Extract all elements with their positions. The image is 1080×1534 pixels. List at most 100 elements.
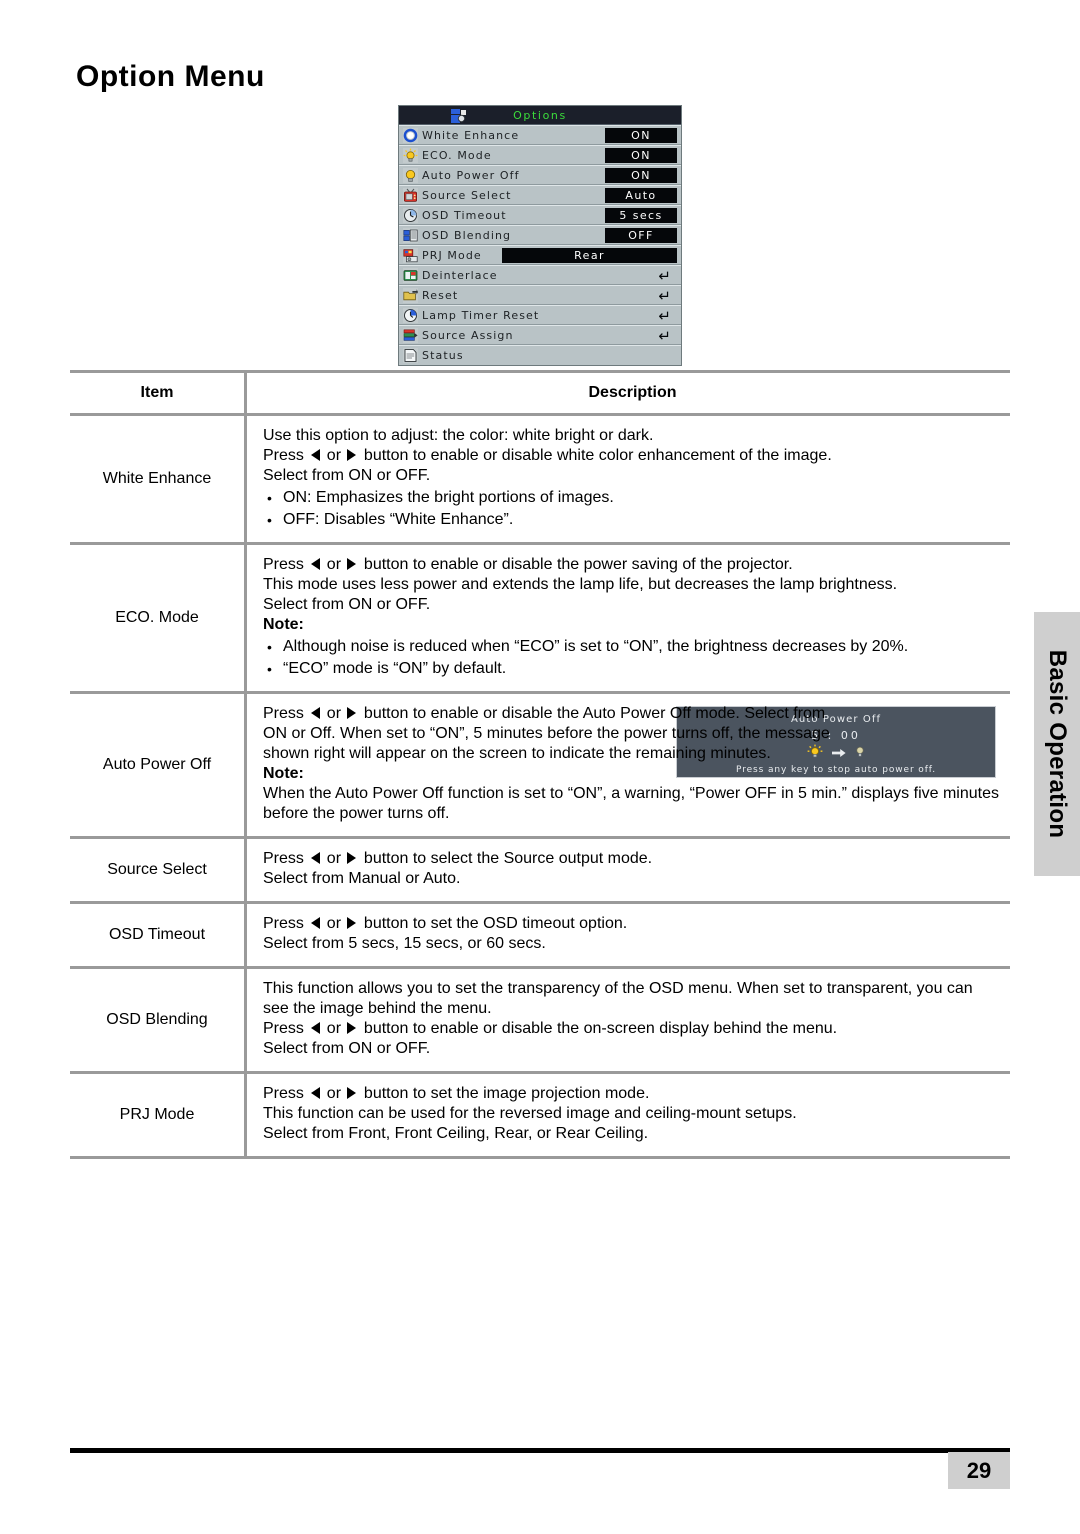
enter-arrow-icon[interactable]: ↵: [658, 287, 671, 305]
osd-row-auto-power-off[interactable]: Auto Power Off ON: [399, 165, 681, 185]
tv-source-icon: [403, 187, 418, 203]
desc-line: Press or button to enable or disable the…: [263, 555, 1002, 575]
desc-line: This function allows you to set the tran…: [263, 980, 973, 1017]
page-number: 29: [948, 1452, 1010, 1489]
table-header-description-cell: Description: [244, 373, 1010, 413]
osd-row-lamp-timer-reset[interactable]: Lamp Timer Reset ↵: [399, 305, 681, 325]
left-arrow-icon: [311, 1022, 321, 1034]
table-cell-item: OSD Blending: [70, 969, 244, 1071]
source-assign-icon: [403, 327, 418, 343]
osd-blending-icon: [403, 227, 418, 243]
desc-line: Press or button to set the image project…: [263, 1084, 1002, 1104]
desc-text: button to set the image projection mode.: [359, 1085, 650, 1102]
osd-title-text: Options: [513, 108, 567, 122]
bullet-item: • ON: Emphasizes the bright portions of i…: [263, 488, 1002, 508]
osd-row-deinterlace[interactable]: Deinterlace ↵: [399, 265, 681, 285]
desc-text: button to enable or disable the on-scree…: [359, 1020, 838, 1037]
desc-text: or: [322, 850, 346, 867]
table-row: PRJ Mode Press or button to set the imag…: [70, 1074, 1010, 1156]
desc-line: Press or button to select the Source out…: [263, 849, 1002, 869]
osd-row-osd-blending[interactable]: OSD Blending OFF: [399, 225, 681, 245]
table-cell-item: ECO. Mode: [70, 545, 244, 691]
osd-label: Lamp Timer Reset: [422, 308, 540, 322]
osd-value-prj-mode[interactable]: Rear: [502, 248, 677, 263]
bulb-icon: [403, 167, 418, 183]
right-arrow-icon: [347, 1022, 357, 1034]
deinterlace-icon: [403, 267, 418, 283]
bullet-text: OFF: Disables “White Enhance”.: [283, 511, 514, 528]
bullet-dot: •: [267, 490, 272, 506]
desc-line: Press or button to enable or disable the…: [263, 1019, 1002, 1039]
table-cell-item: PRJ Mode: [70, 1074, 244, 1156]
footer-rule: [70, 1448, 1010, 1453]
osd-row-eco-mode[interactable]: ECO. Mode ON: [399, 145, 681, 165]
desc-text: button to enable or disable white color …: [359, 447, 832, 464]
item-label: OSD Timeout: [108, 925, 206, 943]
desc-text: Press: [263, 915, 309, 932]
right-arrow-icon: [347, 852, 357, 864]
table-cell-item: White Enhance: [70, 416, 244, 542]
right-arrow-icon: [347, 917, 357, 929]
desc-line: Select from Front, Front Ceiling, Rear, …: [263, 1125, 649, 1142]
item-label: White Enhance: [102, 469, 212, 487]
table-bottom-rule: [70, 1156, 1010, 1159]
side-tab-label: Basic Operation: [1044, 649, 1071, 839]
osd-label: Source Select: [422, 188, 512, 202]
table-row: OSD Timeout Press or button to set the O…: [70, 904, 1010, 966]
item-label: Auto Power Off: [102, 755, 212, 773]
bullet-text: ON: Emphasizes the bright portions of im…: [283, 489, 614, 506]
osd-row-reset[interactable]: Reset ↵: [399, 285, 681, 305]
osd-row-status[interactable]: Status: [399, 345, 681, 365]
prj-mode-icon: [403, 247, 418, 263]
table-header-description: Description: [588, 384, 677, 401]
bullet-text: “ECO” mode is “ON” by default.: [283, 660, 507, 677]
table-header-row: Item Description: [70, 373, 1010, 413]
desc-text: Press: [263, 850, 309, 867]
osd-value-white-enhance[interactable]: ON: [605, 128, 677, 143]
options-description-table: Item Description White Enhance Use this …: [70, 370, 1010, 1159]
bullet-text: Although noise is reduced when “ECO” is …: [283, 638, 909, 655]
left-arrow-icon: [311, 449, 321, 461]
left-arrow-icon: [311, 707, 321, 719]
bullet-item: • OFF: Disables “White Enhance”.: [263, 510, 1002, 530]
desc-text: Press: [263, 1020, 309, 1037]
right-arrow-icon: [347, 707, 357, 719]
osd-label: ECO. Mode: [422, 148, 492, 162]
table-header-item: Item: [140, 384, 174, 401]
osd-value-source-select[interactable]: Auto: [605, 188, 677, 203]
table-cell-description: Press or button to enable or disable the…: [244, 694, 1010, 836]
enter-arrow-icon[interactable]: ↵: [658, 327, 671, 345]
osd-options-menu: Options White Enhance ON ECO. Mode ON Au…: [398, 105, 682, 366]
osd-value-auto-power-off[interactable]: ON: [605, 168, 677, 183]
osd-label: White Enhance: [422, 128, 520, 142]
osd-value-osd-timeout[interactable]: 5 secs: [605, 208, 677, 223]
table-cell-description: Press or button to select the Source out…: [244, 839, 1010, 901]
osd-label: Deinterlace: [422, 268, 498, 282]
osd-label: OSD Timeout: [422, 208, 507, 222]
osd-row-osd-timeout[interactable]: OSD Timeout 5 secs: [399, 205, 681, 225]
osd-label: Reset: [422, 288, 459, 302]
desc-line: Use this option to adjust: the color: wh…: [263, 427, 654, 444]
right-arrow-icon: [347, 449, 357, 461]
desc-text: or: [322, 1020, 346, 1037]
enter-arrow-icon[interactable]: ↵: [658, 307, 671, 325]
enter-arrow-icon[interactable]: ↵: [658, 267, 671, 285]
osd-value-eco-mode[interactable]: ON: [605, 148, 677, 163]
desc-text: or: [322, 1085, 346, 1102]
table-row: White Enhance Use this option to adjust:…: [70, 416, 1010, 542]
desc-text: or: [322, 447, 346, 464]
osd-value-osd-blending[interactable]: OFF: [605, 228, 677, 243]
desc-line: Press or button to enable or disable the…: [263, 704, 853, 764]
osd-label: PRJ Mode: [422, 248, 482, 262]
osd-row-source-select[interactable]: Source Select Auto: [399, 185, 681, 205]
desc-line: Select from ON or OFF.: [263, 596, 431, 613]
desc-line: Select from 5 secs, 15 secs, or 60 secs.: [263, 935, 546, 952]
table-row: Source Select Press or button to select …: [70, 839, 1010, 901]
osd-row-prj-mode[interactable]: PRJ Mode Rear: [399, 245, 681, 265]
osd-row-white-enhance[interactable]: White Enhance ON: [399, 125, 681, 145]
osd-row-source-assign[interactable]: Source Assign ↵: [399, 325, 681, 345]
table-cell-item: OSD Timeout: [70, 904, 244, 966]
table-row: Auto Power Off Press or button to enable…: [70, 694, 1010, 836]
desc-line: This function can be used for the revers…: [263, 1105, 797, 1122]
table-header-item-cell: Item: [70, 373, 244, 413]
